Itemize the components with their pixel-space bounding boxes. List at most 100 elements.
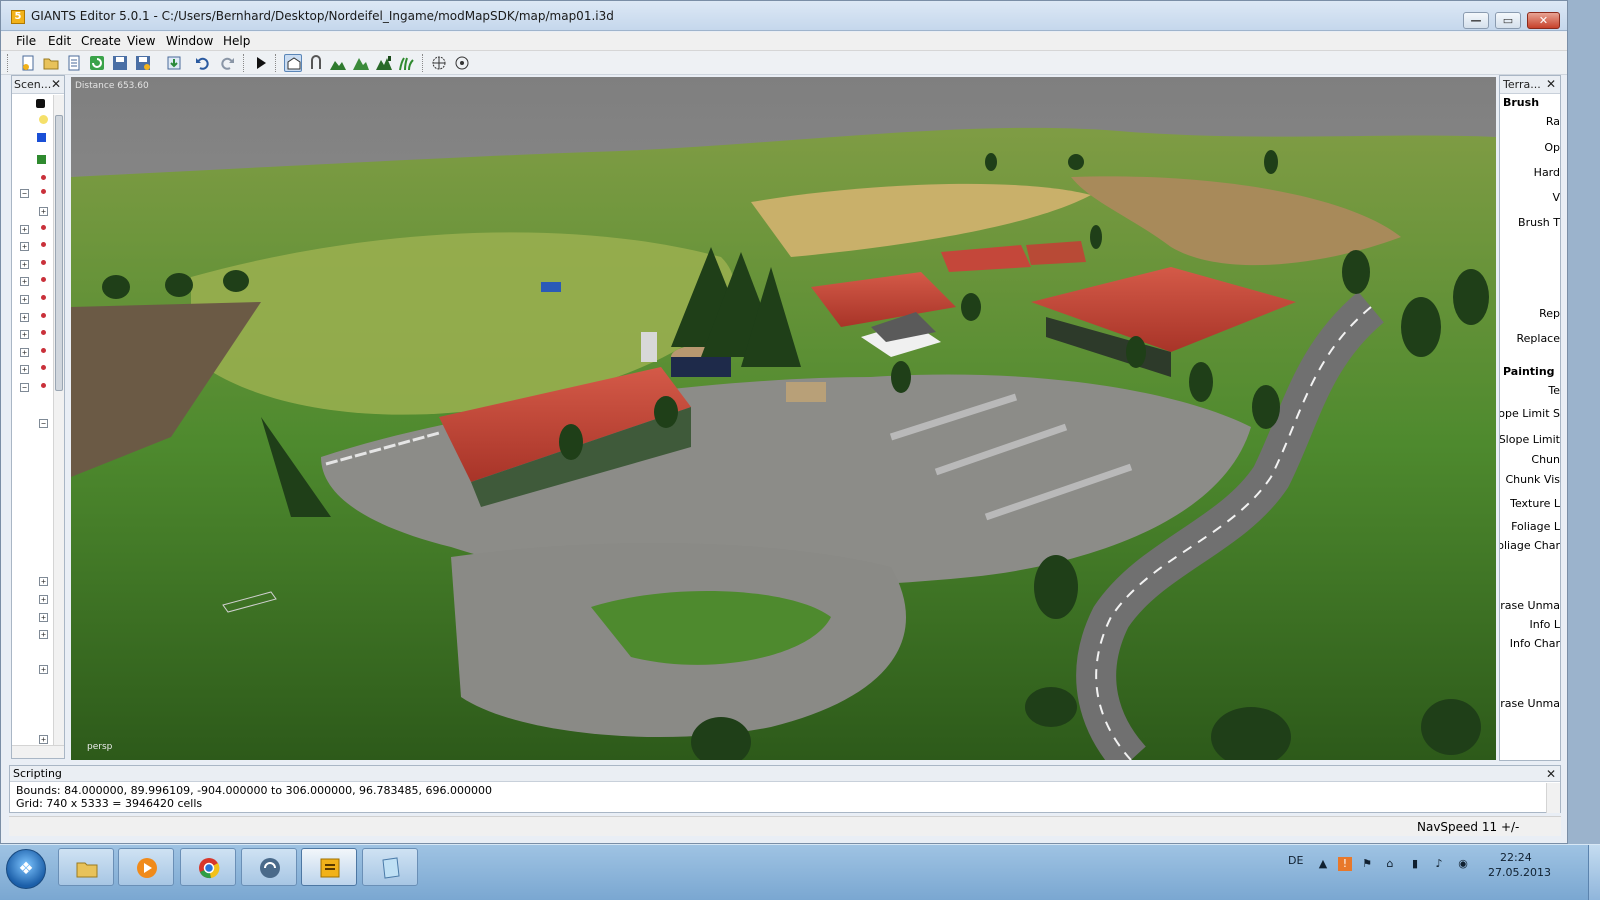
redo-icon[interactable] — [218, 54, 236, 72]
console-line: Bounds: 84.000000, 89.996109, -904.00000… — [16, 784, 493, 797]
terrain-paint-icon[interactable] — [352, 54, 370, 72]
maximize-button[interactable]: ▭ — [1495, 12, 1521, 29]
tree-expand-icon[interactable]: + — [39, 665, 48, 674]
tree-expand-icon[interactable]: + — [39, 613, 48, 622]
tree-collapse-icon[interactable]: − — [20, 383, 29, 392]
input-language-indicator[interactable]: DE — [1288, 854, 1303, 867]
menu-help[interactable]: Help — [223, 34, 250, 48]
safely-remove-hardware-icon[interactable]: ⌂ — [1383, 857, 1397, 871]
clock-time[interactable]: 22:24 — [1500, 851, 1532, 864]
tree-expand-icon[interactable]: + — [39, 577, 48, 586]
open-icon[interactable] — [42, 54, 60, 72]
tree-expand-icon[interactable]: + — [20, 365, 29, 374]
import-icon[interactable] — [165, 54, 183, 72]
tree-expand-icon[interactable]: + — [20, 330, 29, 339]
3d-viewport[interactable]: Distance 653.60 persp — [71, 77, 1496, 760]
console-scrollbar[interactable] — [1546, 783, 1560, 813]
scrollbar-thumb[interactable] — [55, 115, 63, 391]
transform-node-icon[interactable] — [41, 313, 46, 318]
wifi-icon[interactable]: ◉ — [1456, 857, 1470, 871]
properties-icon[interactable] — [65, 54, 83, 72]
grass-paint-icon[interactable] — [397, 54, 415, 72]
scenegraph-horizontal-scrollbar[interactable] — [12, 745, 64, 758]
scripting-console: Scripting ✕ Bounds: 84.000000, 89.996109… — [9, 765, 1561, 813]
move-mode-icon[interactable] — [307, 54, 325, 72]
scenegraph-header: Scen... ✕ — [12, 76, 64, 94]
refresh-icon[interactable] — [88, 54, 106, 72]
notepad-icon — [382, 857, 400, 879]
terrain-sculpt-icon[interactable] — [329, 54, 347, 72]
transform-node-icon[interactable] — [41, 277, 46, 282]
minimize-button[interactable]: — — [1463, 12, 1489, 29]
tree-expand-icon[interactable]: + — [20, 295, 29, 304]
scripting-close-icon[interactable]: ✕ — [1544, 767, 1558, 781]
transform-node-icon[interactable] — [41, 189, 46, 194]
foliage-paint-icon[interactable] — [375, 54, 393, 72]
brush-type-label: Brush T — [1518, 216, 1560, 229]
clock-date[interactable]: 27.05.2013 — [1488, 866, 1551, 879]
menu-edit[interactable]: Edit — [48, 34, 71, 48]
tree-expand-icon[interactable]: + — [39, 735, 48, 744]
terrain-panel-close-icon[interactable]: ✕ — [1544, 77, 1558, 91]
volume-icon[interactable]: ♪ — [1432, 857, 1446, 871]
transform-node-icon[interactable] — [41, 260, 46, 265]
menu-create[interactable]: Create — [81, 34, 121, 48]
menu-view[interactable]: View — [127, 34, 155, 48]
transform-node-icon[interactable] — [41, 225, 46, 230]
menu-file[interactable]: File — [16, 34, 36, 48]
show-hidden-icons-icon[interactable]: ▲ — [1316, 857, 1330, 871]
taskbar-giants-editor[interactable] — [301, 848, 357, 886]
select-mode-icon[interactable] — [284, 54, 302, 72]
tree-expand-icon[interactable]: + — [20, 260, 29, 269]
tree-expand-icon[interactable]: + — [20, 348, 29, 357]
tree-expand-icon[interactable]: + — [20, 242, 29, 251]
mesh-node-icon[interactable] — [37, 133, 46, 142]
taskbar-teamspeak[interactable] — [241, 848, 297, 886]
tree-expand-icon[interactable]: + — [20, 277, 29, 286]
tree-expand-icon[interactable]: + — [20, 225, 29, 234]
taskbar-chrome[interactable] — [180, 848, 236, 886]
menu-window[interactable]: Window — [166, 34, 213, 48]
network-signal-icon[interactable]: ▮ — [1408, 857, 1422, 871]
tree-expand-icon[interactable]: + — [39, 207, 48, 216]
scripting-header: Scripting ✕ — [10, 766, 1560, 782]
play-icon[interactable] — [252, 54, 270, 72]
tree-collapse-icon[interactable]: − — [20, 189, 29, 198]
scenegraph-close-icon[interactable]: ✕ — [49, 77, 63, 91]
light-node-icon[interactable] — [39, 115, 48, 124]
show-desktop-button[interactable] — [1588, 845, 1600, 900]
transform-node-icon[interactable] — [41, 365, 46, 370]
maximize-icon: ▭ — [1502, 14, 1514, 27]
transform-node-icon[interactable] — [41, 242, 46, 247]
tree-expand-icon[interactable]: + — [20, 313, 29, 322]
title-bar[interactable]: 5 GIANTS Editor 5.0.1 - C:/Users/Bernhar… — [1, 1, 1567, 31]
tree-expand-icon[interactable]: + — [39, 595, 48, 604]
taskbar-media-player[interactable] — [118, 848, 174, 886]
scenegraph-vertical-scrollbar[interactable] — [53, 95, 64, 747]
nav-speed-status: NavSpeed 11 +/- — [1417, 820, 1520, 834]
terrain-node-icon[interactable] — [37, 155, 46, 164]
close-button[interactable]: ✕ — [1527, 12, 1560, 29]
avast-icon[interactable]: ! — [1338, 857, 1352, 871]
undo-icon[interactable] — [194, 54, 212, 72]
action-center-flag-icon[interactable]: ⚑ — [1360, 857, 1374, 871]
new-scene-icon[interactable] — [19, 54, 37, 72]
toolbar-grip[interactable] — [7, 54, 9, 72]
transform-node-icon[interactable] — [41, 295, 46, 300]
scenegraph-tree[interactable]: − + + + + + + + + + + − − + + + + + + — [12, 95, 54, 745]
camera-node-icon[interactable] — [36, 99, 45, 108]
snap-rotation-icon[interactable] — [453, 54, 471, 72]
transform-node-icon[interactable] — [41, 348, 46, 353]
tree-expand-icon[interactable]: + — [39, 630, 48, 639]
save-icon[interactable] — [111, 54, 129, 72]
taskbar-explorer[interactable] — [58, 848, 114, 886]
transform-node-icon[interactable] — [41, 175, 46, 180]
snap-grid-icon[interactable] — [430, 54, 448, 72]
transform-node-icon[interactable] — [41, 330, 46, 335]
slope-limit-start-label: Slope Limit S — [1499, 407, 1560, 420]
transform-node-icon[interactable] — [41, 383, 46, 388]
tree-collapse-icon[interactable]: − — [39, 419, 48, 428]
start-button[interactable]: ❖ — [6, 849, 46, 889]
save-all-icon[interactable] — [134, 54, 152, 72]
taskbar-notepad[interactable] — [362, 848, 418, 886]
